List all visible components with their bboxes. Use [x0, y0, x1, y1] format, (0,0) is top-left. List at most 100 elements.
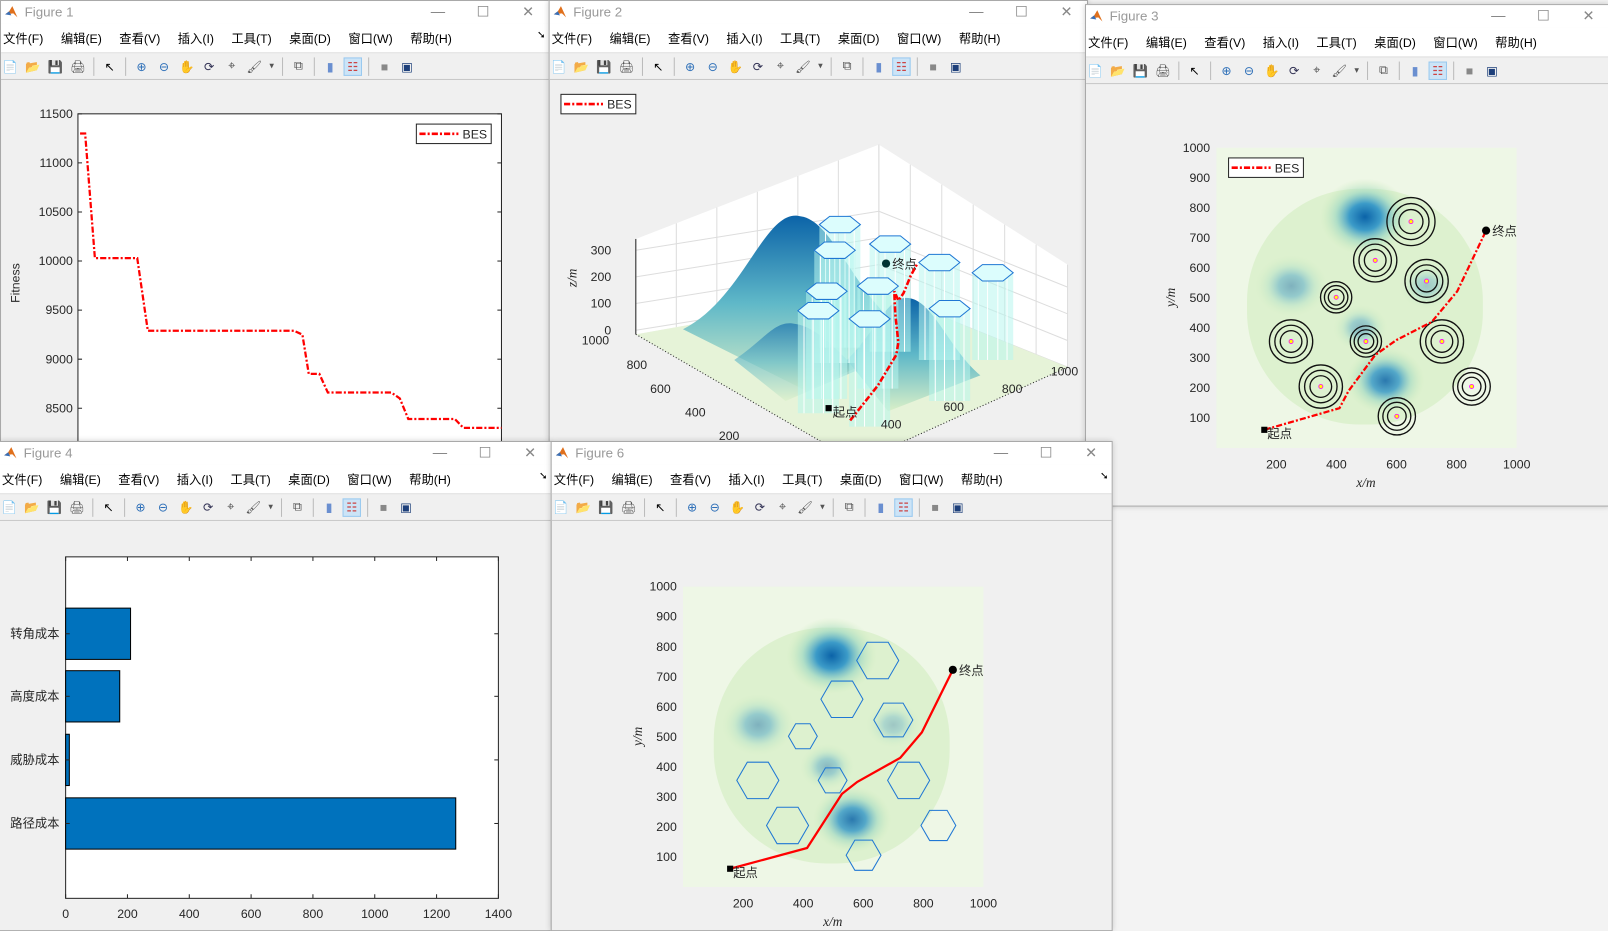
maximize-button[interactable]: ☐: [999, 1, 1044, 24]
menu-item[interactable]: 文件(F): [1, 29, 43, 46]
legend-icon[interactable]: ☷: [894, 497, 913, 517]
menu-item[interactable]: 窗口(W): [895, 29, 941, 46]
title-bar[interactable]: Figure 2 — ☐ ✕: [549, 1, 1088, 24]
brush-icon[interactable]: 🖌: [244, 498, 262, 516]
menu-item[interactable]: 插入(I): [1261, 33, 1299, 50]
colorbar-icon[interactable]: ▮: [321, 57, 339, 75]
save-icon[interactable]: 💾: [595, 57, 613, 75]
new-file-icon[interactable]: 📄: [1, 57, 19, 75]
legend-icon[interactable]: ☷: [343, 56, 363, 76]
menu-item[interactable]: 窗口(W): [1431, 33, 1477, 50]
menu-item[interactable]: 窗口(W): [897, 470, 943, 487]
menu-item[interactable]: 工具(T): [780, 470, 822, 487]
zoom-in-icon[interactable]: ⊕: [1217, 61, 1235, 79]
minimize-button[interactable]: —: [978, 442, 1023, 465]
rotate-3d-icon[interactable]: ⟳: [200, 57, 218, 75]
legend-icon[interactable]: ☷: [342, 497, 361, 517]
print-icon[interactable]: 🖨: [619, 498, 637, 516]
menu-item[interactable]: 插入(I): [176, 29, 214, 46]
pointer-icon[interactable]: ↖: [1185, 61, 1203, 79]
rotate-3d-icon[interactable]: ⟳: [1285, 61, 1303, 79]
menu-item[interactable]: 查看(V): [1202, 33, 1245, 50]
link-plot-icon[interactable]: ⧉: [288, 498, 306, 516]
zoom-out-icon[interactable]: ⊖: [706, 498, 724, 516]
data-cursor-icon[interactable]: ⌖: [1308, 61, 1326, 79]
menu-item[interactable]: 文件(F): [550, 29, 592, 46]
print-icon[interactable]: 🖨: [1154, 61, 1172, 79]
minimize-button[interactable]: —: [417, 442, 462, 465]
new-file-icon[interactable]: 📄: [0, 498, 18, 516]
hide-plot-tools-icon[interactable]: ■: [1460, 61, 1478, 79]
menu-item[interactable]: 查看(V): [116, 470, 159, 487]
data-cursor-icon[interactable]: ⌖: [773, 498, 791, 516]
close-button[interactable]: ✕: [1566, 5, 1608, 28]
pan-icon[interactable]: ✋: [728, 498, 746, 516]
pointer-icon[interactable]: ↖: [100, 57, 118, 75]
brush-icon[interactable]: 🖌: [1330, 61, 1348, 79]
legend-icon[interactable]: ☷: [892, 56, 911, 76]
close-button[interactable]: ✕: [1069, 442, 1112, 465]
hide-plot-tools-icon[interactable]: ■: [375, 57, 393, 75]
zoom-in-icon[interactable]: ⊕: [131, 498, 149, 516]
dropdown-arrow-icon[interactable]: ▾: [818, 498, 826, 516]
new-file-icon[interactable]: 📄: [1086, 61, 1104, 79]
show-plot-tools-icon[interactable]: ▣: [947, 57, 965, 75]
menu-item[interactable]: 帮助(H): [957, 29, 1001, 46]
link-plot-icon[interactable]: ⧉: [840, 498, 858, 516]
zoom-out-icon[interactable]: ⊖: [1240, 61, 1258, 79]
hide-plot-tools-icon[interactable]: ■: [924, 57, 942, 75]
pointer-icon[interactable]: ↖: [99, 498, 117, 516]
rotate-3d-icon[interactable]: ⟳: [749, 57, 767, 75]
colorbar-icon[interactable]: ▮: [872, 498, 890, 516]
maximize-button[interactable]: ☐: [1023, 442, 1068, 465]
title-bar[interactable]: Figure 1 — ☐ ✕: [1, 1, 549, 24]
menu-item[interactable]: 编辑(E): [1144, 33, 1187, 50]
menu-item[interactable]: 插入(I): [175, 470, 213, 487]
hide-plot-tools-icon[interactable]: ■: [374, 498, 392, 516]
menu-overflow-icon[interactable]: ➘: [537, 30, 546, 41]
print-icon[interactable]: 🖨: [68, 498, 86, 516]
title-bar[interactable]: Figure 4 — ☐ ✕: [0, 441, 551, 465]
link-plot-icon[interactable]: ⧉: [1374, 61, 1392, 79]
hide-plot-tools-icon[interactable]: ■: [926, 498, 944, 516]
brush-icon[interactable]: 🖌: [245, 57, 263, 75]
open-file-icon[interactable]: 📂: [574, 498, 592, 516]
menu-item[interactable]: 编辑(E): [609, 470, 653, 487]
maximize-button[interactable]: ☐: [460, 1, 505, 24]
menu-item[interactable]: 编辑(E): [58, 470, 101, 487]
close-button[interactable]: ✕: [506, 1, 549, 24]
zoom-out-icon[interactable]: ⊖: [155, 57, 173, 75]
pointer-icon[interactable]: ↖: [649, 57, 667, 75]
zoom-out-icon[interactable]: ⊖: [154, 498, 172, 516]
title-bar[interactable]: Figure 3 — ☐ ✕: [1086, 5, 1608, 28]
save-icon[interactable]: 💾: [45, 498, 63, 516]
brush-icon[interactable]: 🖌: [794, 57, 812, 75]
menu-item[interactable]: 编辑(E): [59, 29, 102, 46]
show-plot-tools-icon[interactable]: ▣: [1483, 61, 1501, 79]
brush-icon[interactable]: 🖌: [796, 498, 814, 516]
pan-icon[interactable]: ✋: [176, 498, 194, 516]
menu-item[interactable]: 桌面(D): [286, 470, 330, 487]
data-cursor-icon[interactable]: ⌖: [771, 57, 789, 75]
close-button[interactable]: ✕: [508, 442, 551, 465]
show-plot-tools-icon[interactable]: ▣: [949, 498, 967, 516]
pan-icon[interactable]: ✋: [1262, 61, 1280, 79]
link-plot-icon[interactable]: ⧉: [289, 57, 307, 75]
menu-item[interactable]: 工具(T): [228, 470, 270, 487]
open-file-icon[interactable]: 📂: [23, 498, 41, 516]
pan-icon[interactable]: ✋: [726, 57, 744, 75]
colorbar-icon[interactable]: ▮: [870, 57, 888, 75]
link-plot-icon[interactable]: ⧉: [838, 57, 856, 75]
menu-overflow-icon[interactable]: ➘: [1100, 471, 1109, 482]
dropdown-arrow-icon[interactable]: ▾: [816, 57, 824, 75]
new-file-icon[interactable]: 📄: [552, 498, 570, 516]
menu-item[interactable]: 帮助(H): [407, 470, 451, 487]
legend-icon[interactable]: ☷: [1428, 61, 1447, 80]
minimize-button[interactable]: —: [954, 1, 999, 24]
show-plot-tools-icon[interactable]: ▣: [397, 498, 415, 516]
print-icon[interactable]: 🖨: [617, 57, 635, 75]
print-icon[interactable]: 🖨: [69, 57, 87, 75]
maximize-button[interactable]: ☐: [1521, 5, 1566, 28]
zoom-in-icon[interactable]: ⊕: [683, 498, 701, 516]
colorbar-icon[interactable]: ▮: [1406, 61, 1424, 79]
